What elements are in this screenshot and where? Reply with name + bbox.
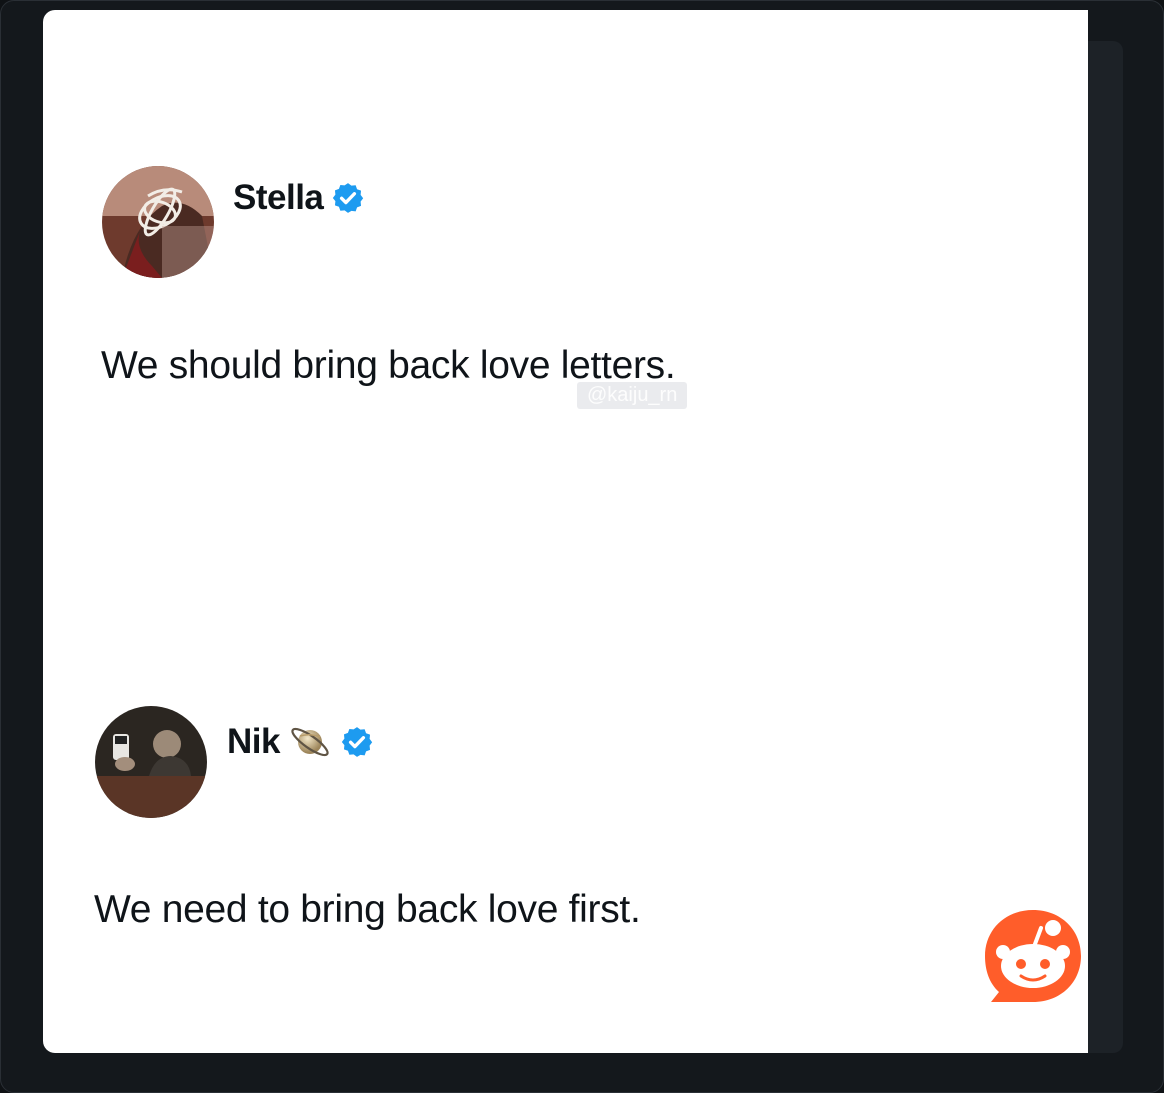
planet-emoji-icon: [288, 720, 332, 764]
stella-avatar[interactable]: [102, 166, 214, 278]
watermark: @kaiju_rn: [577, 382, 688, 409]
verified-badge-icon: [340, 725, 374, 759]
stella-header: Stella: [233, 178, 365, 218]
author-name[interactable]: Stella: [233, 178, 324, 218]
reddit-logo-icon: [981, 906, 1085, 1010]
author-name[interactable]: Nik: [227, 722, 280, 762]
screenshot-card: Stella We should bring back love letters…: [43, 10, 1088, 1053]
nik-avatar[interactable]: [95, 706, 207, 818]
window-frame: Stella We should bring back love letters…: [0, 0, 1164, 1093]
nik-header: Nik: [227, 720, 374, 764]
verified-badge-icon: [331, 181, 365, 215]
tweet-text: We need to bring back love first.: [94, 888, 641, 931]
